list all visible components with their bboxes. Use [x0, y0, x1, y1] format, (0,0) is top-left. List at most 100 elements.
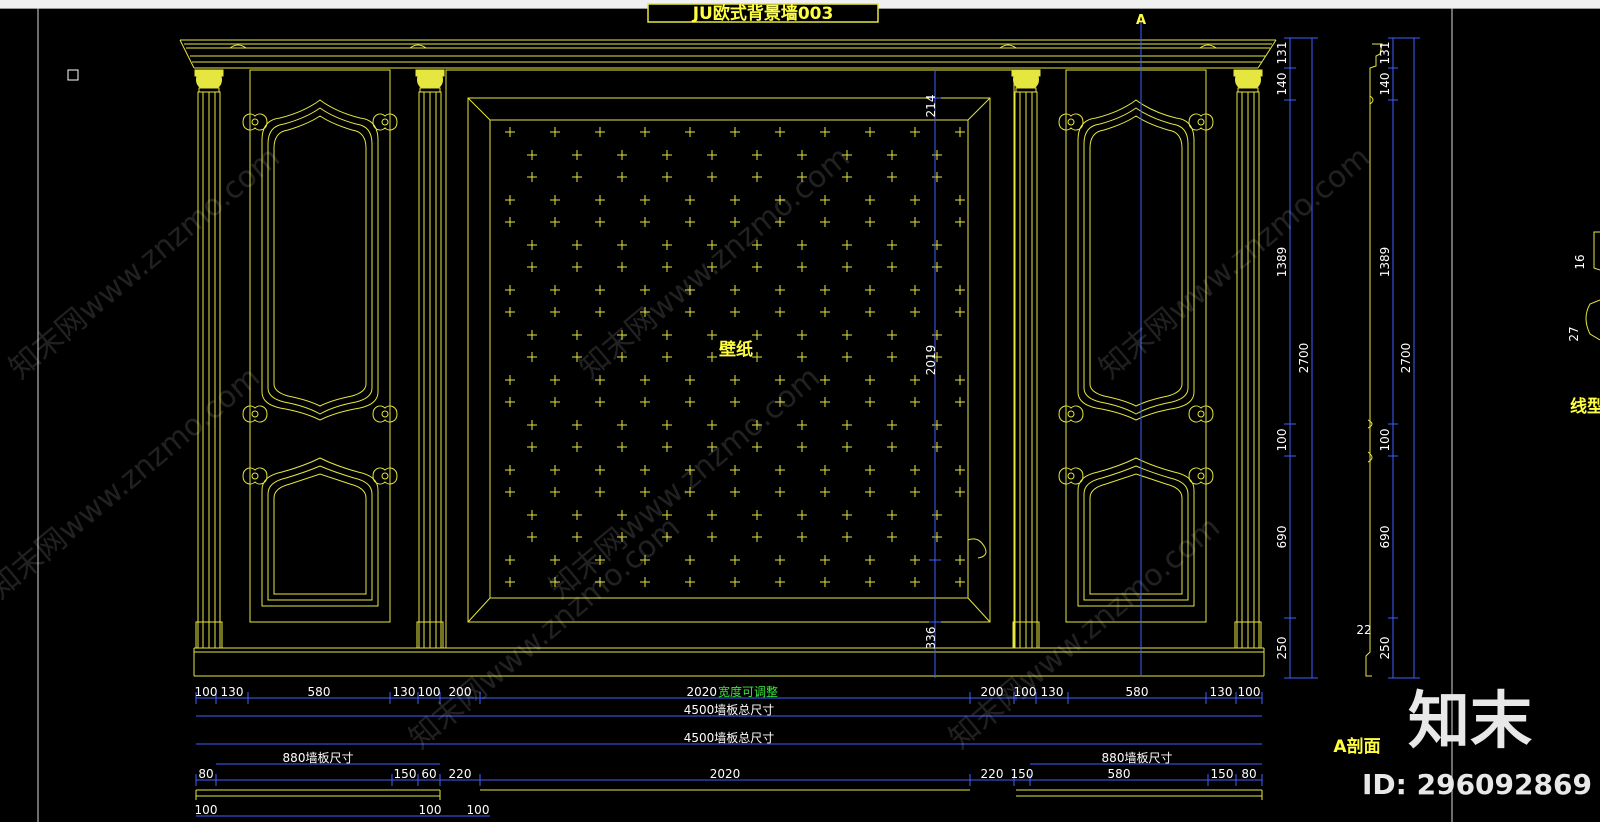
tuft-button [707, 330, 717, 340]
tuft-button [752, 510, 762, 520]
tuft-button [797, 442, 807, 452]
tuft-button [662, 240, 672, 250]
tuft-button [617, 150, 627, 160]
tuft-button [685, 397, 695, 407]
tuft-button [752, 352, 762, 362]
tuft-button [707, 510, 717, 520]
tuft-button [865, 195, 875, 205]
tuft-button [730, 307, 740, 317]
dim-bottom-3: 220 [449, 767, 472, 781]
tuft-button [595, 217, 605, 227]
tuft-button [640, 127, 650, 137]
tuft-button [662, 442, 672, 452]
tuft-button [955, 127, 965, 137]
tuft-button [550, 465, 560, 475]
tuft-button [595, 285, 605, 295]
tuft-button [820, 487, 830, 497]
tuft-button [505, 217, 515, 227]
tuft-button [865, 465, 875, 475]
tuft-button [797, 240, 807, 250]
dim-right-height-5: 250 [1275, 637, 1289, 660]
tuft-button [932, 532, 942, 542]
tuft-button [932, 420, 942, 430]
tuft-button [527, 150, 537, 160]
dim-top-3: 130 [393, 685, 416, 699]
tuft-button [842, 510, 852, 520]
tuft-button [730, 397, 740, 407]
tuft-button [505, 195, 515, 205]
tuft-button [730, 375, 740, 385]
tuft-button [775, 487, 785, 497]
dim-section-height-4: 690 [1378, 526, 1392, 549]
tuft-button [955, 375, 965, 385]
tuft-button [685, 217, 695, 227]
tuft-button [820, 195, 830, 205]
tuft-button [550, 195, 560, 205]
tuft-button [730, 285, 740, 295]
tuft-button [932, 150, 942, 160]
tuft-button [505, 555, 515, 565]
dim-right-height-total: 2700 [1297, 343, 1311, 374]
dim-right-height-0: 131 [1275, 42, 1289, 65]
tuft-button [955, 577, 965, 587]
tuft-button [955, 217, 965, 227]
tuft-button [887, 262, 897, 272]
tuft-button [820, 127, 830, 137]
profile-detail [1585, 231, 1600, 341]
tuft-button [865, 577, 875, 587]
tuft-button [550, 217, 560, 227]
pilaster-3 [1011, 69, 1041, 649]
tuft-button [505, 465, 515, 475]
dim-section-height-5: 250 [1378, 637, 1392, 660]
tuft-button [797, 420, 807, 430]
tuft-button [550, 487, 560, 497]
tuft-button [662, 420, 672, 430]
tuft-button [797, 150, 807, 160]
tuft-button [887, 532, 897, 542]
tuft-button [572, 442, 582, 452]
tuft-button [775, 307, 785, 317]
tuft-button [662, 150, 672, 160]
tuft-button [527, 420, 537, 430]
tuft-button [775, 127, 785, 137]
tuft-button [550, 127, 560, 137]
tuft-button [685, 555, 695, 565]
tuft-button [707, 352, 717, 362]
dim-center-1: 214 [924, 95, 938, 118]
tuft-button [955, 195, 965, 205]
tuft-button [910, 285, 920, 295]
tuft-button [865, 127, 875, 137]
tuft-button [662, 172, 672, 182]
tuft-button [730, 195, 740, 205]
dim-right-height-3: 100 [1275, 429, 1289, 452]
tuft-button [752, 532, 762, 542]
tuft-button [910, 465, 920, 475]
dim-base-0: 100 [195, 803, 218, 817]
svg-text:知末网www.znzmo.com: 知末网www.znzmo.com [0, 360, 267, 606]
dim-profile-2: 27 [1567, 326, 1581, 341]
dim-bottom-8: 150 [1211, 767, 1234, 781]
tuft-button [910, 127, 920, 137]
tuft-button [887, 510, 897, 520]
tuft-button [550, 375, 560, 385]
tuft-button [617, 262, 627, 272]
tuft-button [640, 465, 650, 475]
tuft-button [527, 262, 537, 272]
view-cube-icon[interactable] [67, 69, 79, 81]
tuft-button [550, 307, 560, 317]
tuft-button [910, 555, 920, 565]
tuft-button [865, 397, 875, 407]
dim-center-2: 2019 [924, 345, 938, 376]
tuft-button [640, 217, 650, 227]
tuft-button [842, 240, 852, 250]
tuft-button [932, 442, 942, 452]
dim-total-width-2: 4500墙板总尺寸 [684, 731, 775, 745]
tuft-button [505, 307, 515, 317]
tuft-button [662, 330, 672, 340]
tuft-button [595, 397, 605, 407]
dim-top-center-value: 2020 [686, 685, 717, 699]
tuft-button [797, 532, 807, 542]
svg-text:知末网www.znzmo.com: 知末网www.znzmo.com [3, 140, 287, 386]
base-profile-strip [195, 789, 1263, 800]
tuft-button [842, 532, 852, 542]
